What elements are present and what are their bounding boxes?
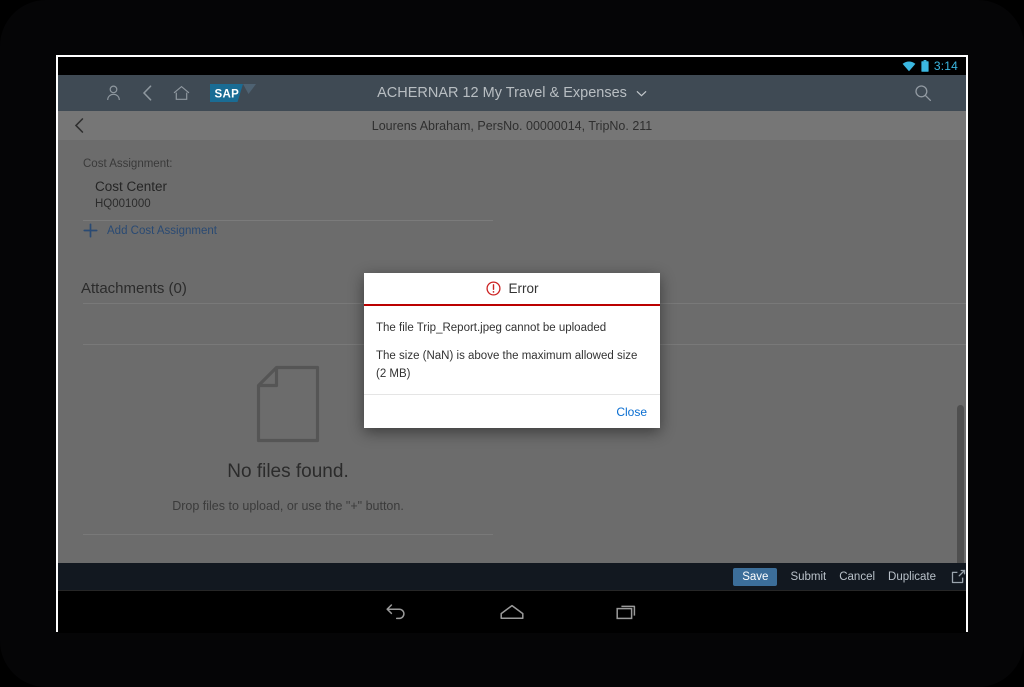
document-icon <box>256 365 320 443</box>
recents-nav-icon[interactable] <box>613 599 643 625</box>
error-message-line-1: The file Trip_Report.jpeg cannot be uplo… <box>376 322 607 334</box>
android-status-bar: 3:14 <box>58 57 966 75</box>
empty-state-heading: No files found. <box>227 461 349 482</box>
search-icon[interactable] <box>914 84 932 102</box>
user-icon[interactable] <box>104 84 122 102</box>
sub-header-title: Lourens Abraham, PersNo. 00000014, TripN… <box>371 118 653 133</box>
cost-assignment-label: Cost Assignment: <box>83 158 173 170</box>
add-cost-assignment-button[interactable]: Add Cost Assignment <box>83 223 217 238</box>
error-dialog-header: Error <box>364 273 660 306</box>
battery-icon <box>921 60 929 72</box>
cost-assignment-row[interactable]: Cost Center HQ001000 <box>83 174 493 221</box>
error-dialog-body: The file Trip_Report.jpeg cannot be uplo… <box>364 306 660 394</box>
empty-state-subtext: Drop files to upload, or use the "+" but… <box>172 499 404 513</box>
save-button[interactable]: Save <box>733 567 778 586</box>
device-bezel: 3:14 SAP ACHERNAR 12 My Travel & Expense… <box>0 0 1024 687</box>
error-dialog-footer: Close <box>364 394 660 428</box>
share-icon[interactable] <box>951 569 966 584</box>
error-dialog-title: Error <box>508 281 539 296</box>
home-icon[interactable] <box>172 84 190 102</box>
close-button[interactable]: Close <box>616 405 647 419</box>
duplicate-button[interactable]: Duplicate <box>888 571 936 583</box>
page-sub-header: Lourens Abraham, PersNo. 00000014, TripN… <box>58 111 966 140</box>
error-icon <box>485 281 501 296</box>
shell-bar-left-icons: SAP <box>58 83 256 103</box>
plus-icon <box>83 223 98 238</box>
app-screen: SAP ACHERNAR 12 My Travel & Expenses Lou… <box>58 75 966 590</box>
cost-center-label: Cost Center <box>95 179 168 194</box>
status-bar-right-cluster: 3:14 <box>902 57 958 75</box>
svg-text:SAP: SAP <box>215 89 240 101</box>
cost-center-value: HQ001000 <box>95 198 151 210</box>
android-nav-bar <box>58 590 966 633</box>
add-cost-assignment-label: Add Cost Assignment <box>107 224 217 237</box>
chevron-down-icon[interactable] <box>636 88 647 99</box>
shell-bar: SAP ACHERNAR 12 My Travel & Expenses <box>58 75 966 111</box>
wifi-icon <box>902 61 916 71</box>
home-nav-icon[interactable] <box>497 599 527 625</box>
error-dialog: Error The file Trip_Report.jpeg cannot b… <box>364 273 660 429</box>
error-message-line-2: The size (NaN) is above the maximum allo… <box>376 349 638 380</box>
cancel-button[interactable]: Cancel <box>839 571 875 583</box>
footer-action-bar: Save Submit Cancel Duplicate <box>58 563 966 590</box>
page-title: ACHERNAR 12 My Travel & Expenses <box>377 85 627 101</box>
sap-logo[interactable]: SAP <box>210 83 256 103</box>
back-nav-icon[interactable] <box>381 599 411 625</box>
back-icon[interactable] <box>138 84 156 102</box>
vertical-scrollbar[interactable] <box>957 405 964 563</box>
status-bar-clock: 3:14 <box>933 59 958 73</box>
attachments-title: Attachments (0) <box>81 280 187 297</box>
submit-button[interactable]: Submit <box>790 571 826 583</box>
